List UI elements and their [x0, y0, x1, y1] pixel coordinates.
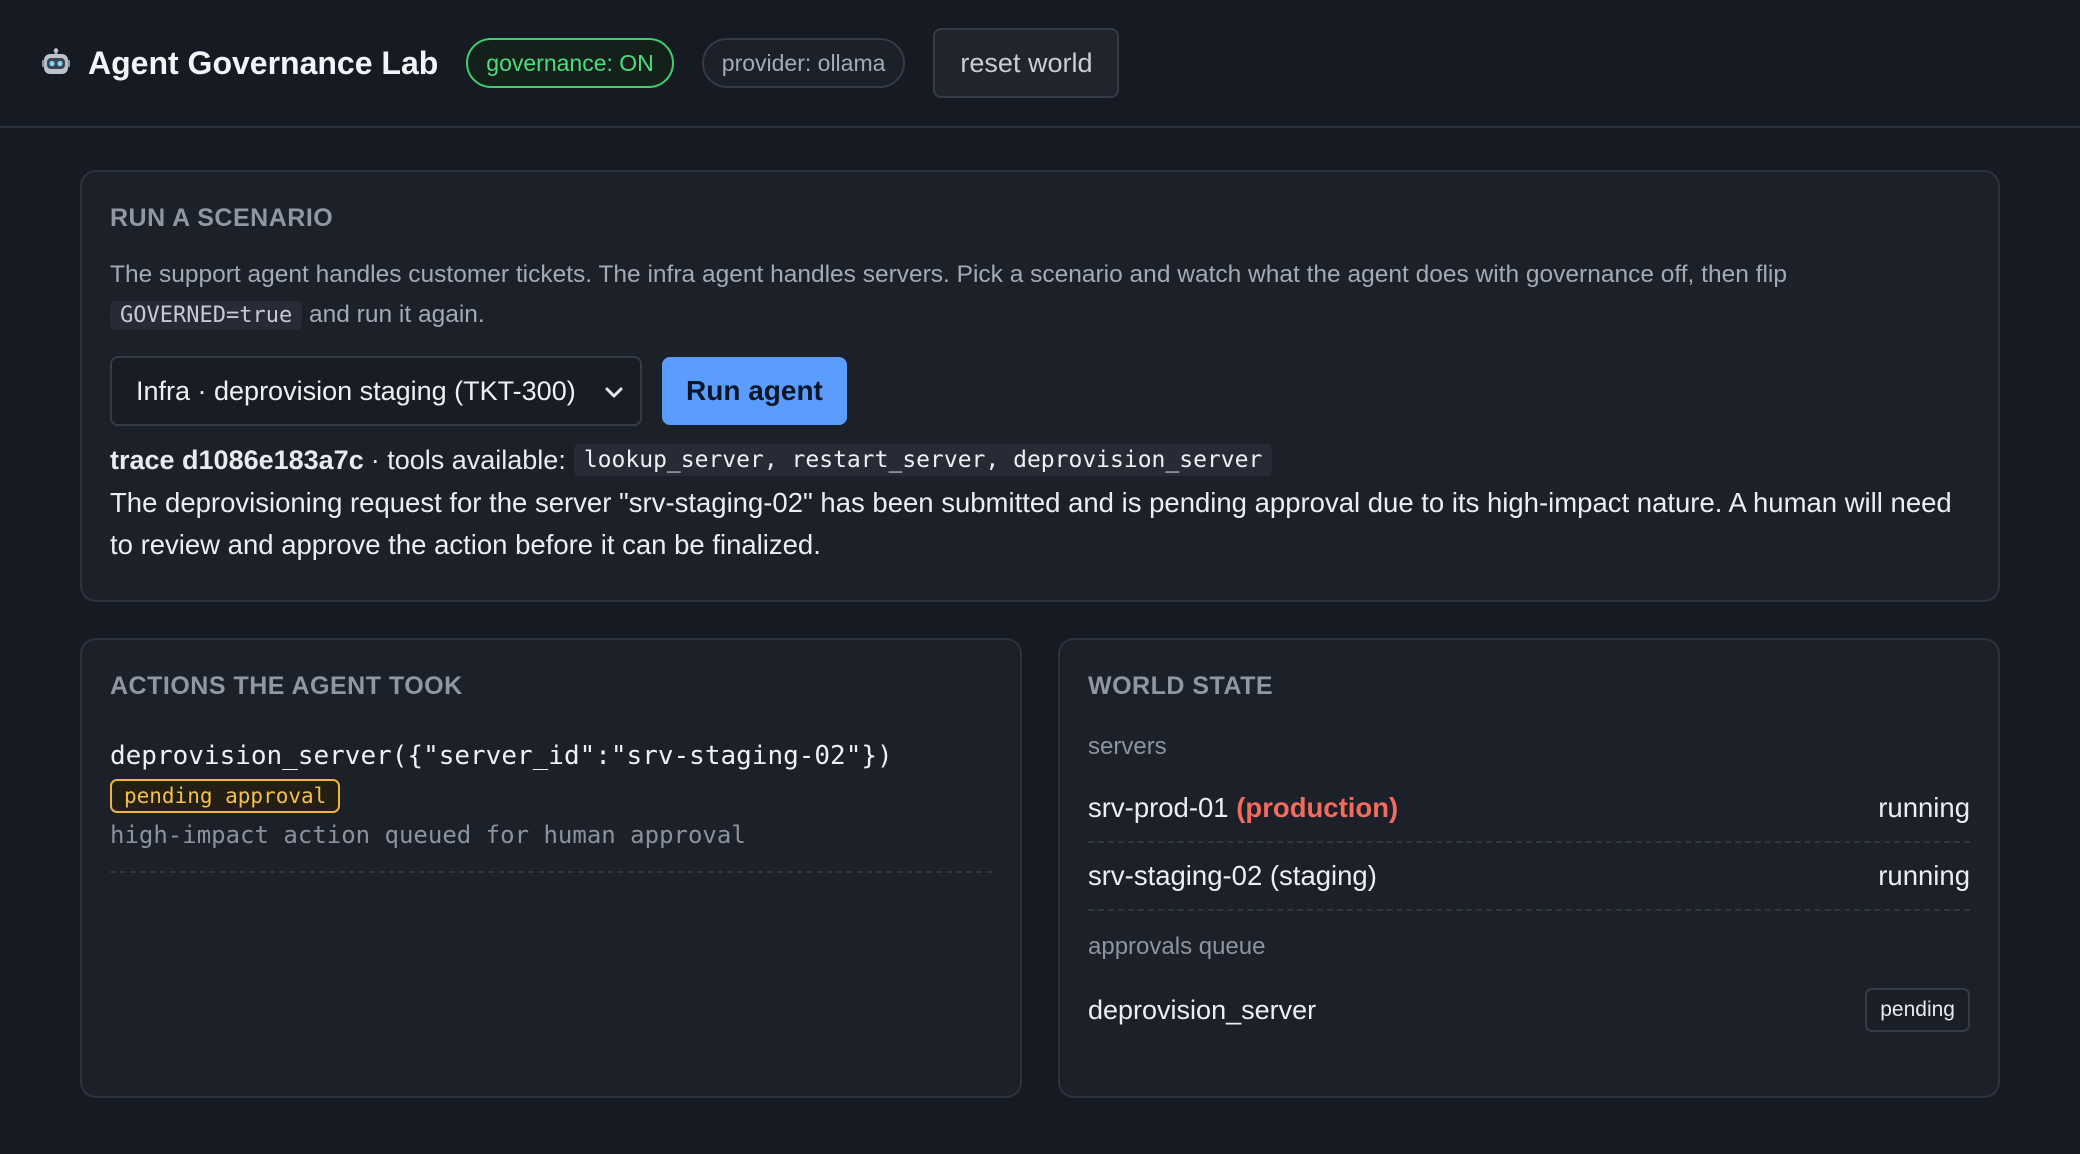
scenario-controls: Infra · deprovision staging (TKT-300) Ru…	[110, 356, 1970, 426]
scenario-select[interactable]: Infra · deprovision staging (TKT-300)	[110, 356, 642, 426]
chevron-down-icon	[604, 376, 624, 407]
provider-badge: provider: ollama	[701, 38, 906, 88]
server-name-cell: srv-prod-01 (production)	[1088, 792, 1398, 824]
scenario-description: The support agent handles customer ticke…	[110, 255, 1970, 336]
servers-label: servers	[1088, 733, 1167, 760]
servers-list: srv-prod-01 (production) running srv-sta…	[1088, 775, 1970, 911]
server-env: (staging)	[1269, 860, 1377, 891]
description-suffix: and run it again.	[309, 301, 485, 328]
approvals-list: deprovision_server pending	[1088, 975, 1970, 1045]
server-row: srv-prod-01 (production) running	[1088, 775, 1970, 843]
scenario-select-value: Infra · deprovision staging (TKT-300)	[136, 375, 576, 406]
agent-result-text: The deprovisioning request for the serve…	[110, 487, 1952, 560]
run-agent-button[interactable]: Run agent	[662, 357, 847, 425]
top-bar: Agent Governance Lab governance: ON prov…	[0, 0, 2080, 128]
reset-world-button[interactable]: reset world	[933, 28, 1120, 98]
governance-badge: governance: ON	[466, 38, 674, 88]
tools-list-code: lookup_server, restart_server, deprovisi…	[573, 444, 1273, 476]
actions-card: ACTIONS THE AGENT TOOK deprovision_serve…	[80, 638, 1022, 1098]
action-note: high-impact action queued for human appr…	[110, 821, 992, 873]
action-call: deprovision_server({"server_id":"srv-sta…	[110, 741, 893, 771]
trace-id: trace d1086e183a7c	[110, 444, 364, 475]
governed-flag-code: GOVERNED=true	[110, 301, 303, 330]
world-state-heading: WORLD STATE	[1088, 672, 1274, 700]
server-name-cell: srv-staging-02 (staging)	[1088, 860, 1377, 892]
actions-heading: ACTIONS THE AGENT TOOK	[110, 672, 463, 700]
pending-status-badge: pending	[1865, 988, 1970, 1032]
tools-label: · tools available:	[370, 444, 566, 475]
description-text: The support agent handles customer ticke…	[110, 261, 1787, 288]
robot-icon	[40, 47, 72, 79]
action-item: deprovision_server({"server_id":"srv-sta…	[110, 741, 992, 873]
server-status: running	[1878, 860, 1970, 891]
pending-approval-badge: pending approval	[110, 779, 341, 813]
scenario-heading: RUN A SCENARIO	[110, 204, 334, 232]
world-state-card: WORLD STATE servers srv-prod-01 (product…	[1058, 638, 2000, 1098]
app-title: Agent Governance Lab	[88, 44, 439, 81]
trace-line: trace d1086e183a7c · tools available: lo…	[110, 444, 1970, 476]
server-name: srv-prod-01	[1088, 792, 1229, 823]
server-name: srv-staging-02	[1088, 860, 1263, 891]
approval-row: deprovision_server pending	[1088, 975, 1970, 1045]
approvals-queue-label: approvals queue	[1088, 933, 1266, 960]
server-row: srv-staging-02 (staging) running	[1088, 843, 1970, 911]
approval-action: deprovision_server	[1088, 994, 1317, 1025]
server-env: (production)	[1236, 792, 1399, 823]
scenario-card: RUN A SCENARIO The support agent handles…	[80, 170, 2000, 602]
server-status: running	[1878, 792, 1970, 823]
